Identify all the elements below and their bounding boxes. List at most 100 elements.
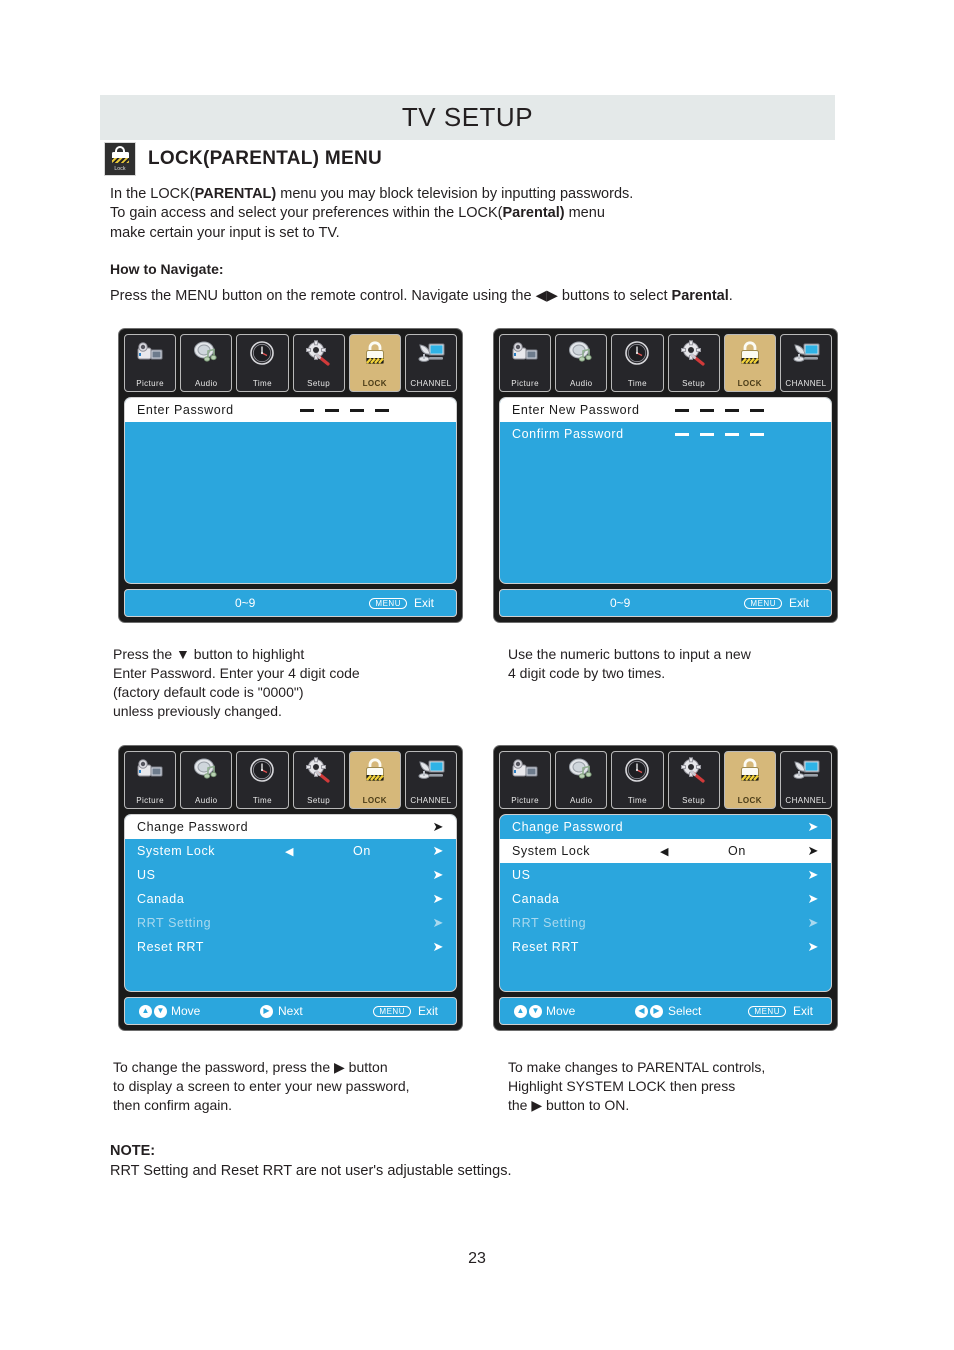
right-arrow-icon[interactable]: ➤ [808, 939, 820, 955]
osd-row-system-lock[interactable]: System Lock ◀ On ➤ [125, 839, 456, 863]
osd-row-system-lock[interactable]: System Lock ◀ On ➤ [500, 839, 831, 863]
osd-tab-bar[interactable]: Picture Audio Time Setup LOCK CHANNEL [124, 334, 458, 392]
right-arrow-icon[interactable]: ➤ [808, 891, 820, 907]
osd-tab-bar[interactable]: Picture Audio Time Setup LOCK CHANNEL [499, 751, 833, 809]
osd-row-us[interactable]: US ➤ [500, 863, 831, 887]
osd-row-change-password[interactable]: Change Password ➤ [500, 815, 831, 839]
osd-footer-bar: 0~9 MENU Exit [124, 589, 457, 617]
osd-tab-time[interactable]: Time [611, 334, 664, 392]
osd-row-label: RRT Setting [137, 916, 212, 930]
osd-tab-channel[interactable]: CHANNEL [779, 334, 833, 392]
osd-row-rrt-setting[interactable]: RRT Setting ➤ [125, 911, 456, 935]
osd-row-canada[interactable]: Canada ➤ [125, 887, 456, 911]
osd-row-label: Reset RRT [512, 940, 579, 954]
menu-button-pill[interactable]: MENU [748, 1005, 786, 1017]
osd-tab-lock[interactable]: LOCK [723, 334, 776, 392]
osd-tab-picture[interactable]: Picture [124, 334, 177, 392]
move-hint[interactable]: ▲ ▼ Move [514, 1004, 575, 1018]
osd-panel-new-password[interactable]: Picture Audio Time Setup LOCK CHANNEL En… [493, 328, 838, 623]
camcorder-icon [512, 342, 538, 360]
exit-label: Exit [788, 596, 809, 610]
osd-tab-label: CHANNEL [410, 796, 452, 805]
exit-hint[interactable]: MENU Exit [748, 1004, 813, 1018]
osd-tab-channel[interactable]: CHANNEL [779, 751, 833, 809]
osd-tab-setup[interactable]: Setup [667, 751, 720, 809]
padlock-icon [735, 340, 765, 373]
down-arrow-icon[interactable]: ▼ [154, 1004, 167, 1018]
osd-row-us[interactable]: US ➤ [125, 863, 456, 887]
osd-row-rrt-setting[interactable]: RRT Setting ➤ [500, 911, 831, 935]
osd-tab-audio[interactable]: Audio [180, 334, 233, 392]
right-arrow-icon[interactable]: ➤ [433, 915, 445, 931]
move-hint[interactable]: ▲ ▼ Move [139, 1004, 200, 1018]
osd-tab-time[interactable]: Time [236, 334, 289, 392]
left-arrow-icon[interactable]: ◀ [660, 845, 669, 858]
right-arrow-icon[interactable]: ➤ [433, 843, 445, 859]
select-hint[interactable]: ◀ ▶ Select [635, 1004, 701, 1018]
osd-row-reset-rrt[interactable]: Reset RRT ➤ [500, 935, 831, 959]
osd-tab-setup[interactable]: Setup [667, 334, 720, 392]
exit-hint[interactable]: MENU Exit [373, 1004, 438, 1018]
exit-hint[interactable]: MENU Exit [744, 596, 809, 610]
up-arrow-icon[interactable]: ▲ [139, 1004, 152, 1018]
caption-line: To make changes to PARENTAL controls, [508, 1059, 766, 1075]
up-arrow-icon[interactable]: ▲ [514, 1004, 527, 1018]
menu-button-pill[interactable]: MENU [373, 1005, 411, 1017]
osd-panel-lock-menu-change-password[interactable]: Picture Audio Time Setup LOCK CHANNEL Ch… [118, 745, 463, 1031]
osd-tab-picture[interactable]: Picture [499, 751, 552, 809]
menu-button-pill[interactable]: MENU [744, 597, 782, 609]
right-arrow-icon[interactable]: ➤ [433, 891, 445, 907]
osd-panel-enter-password[interactable]: Picture Audio Time Setup LOCK CHANNEL En… [118, 328, 463, 623]
intro-line1-part-a: In the LOCK( [110, 186, 195, 202]
osd-tab-audio[interactable]: Audio [555, 751, 608, 809]
password-dash-field[interactable] [675, 432, 764, 436]
osd-tab-lock[interactable]: LOCK [348, 334, 401, 392]
osd-tab-label: Audio [195, 796, 218, 805]
right-arrow-icon[interactable]: ➤ [433, 867, 445, 883]
osd-tab-channel[interactable]: CHANNEL [404, 334, 458, 392]
osd-tab-setup[interactable]: Setup [292, 334, 345, 392]
right-arrow-icon[interactable]: ➤ [808, 819, 820, 835]
password-dash-field[interactable] [675, 408, 764, 412]
osd-tab-audio[interactable]: Audio [555, 334, 608, 392]
down-arrow-icon[interactable]: ▼ [529, 1004, 542, 1018]
right-arrow-icon[interactable]: ➤ [808, 867, 820, 883]
camcorder-icon [135, 757, 165, 790]
page-number: 23 [468, 1250, 486, 1267]
osd-tab-lock[interactable]: LOCK [348, 751, 401, 809]
osd-tab-time[interactable]: Time [611, 751, 664, 809]
osd-tab-picture[interactable]: Picture [124, 751, 177, 809]
osd-tab-time[interactable]: Time [236, 751, 289, 809]
osd-panel-lock-menu-system-lock[interactable]: Picture Audio Time Setup LOCK CHANNEL Ch… [493, 745, 838, 1031]
osd-tab-setup[interactable]: Setup [292, 751, 345, 809]
left-arrow-icon[interactable]: ◀ [285, 845, 294, 858]
osd-tab-channel[interactable]: CHANNEL [404, 751, 458, 809]
osd-row-canada[interactable]: Canada ➤ [500, 887, 831, 911]
right-arrow-icon[interactable]: ➤ [808, 843, 820, 859]
left-arrow-icon[interactable]: ◀ [635, 1004, 648, 1018]
right-arrow-icon[interactable]: ➤ [808, 915, 820, 931]
gear-screwdriver-icon [304, 340, 334, 373]
right-arrow-icon[interactable]: ➤ [433, 939, 445, 955]
menu-button-pill[interactable]: MENU [369, 597, 407, 609]
osd-row-reset-rrt[interactable]: Reset RRT ➤ [125, 935, 456, 959]
osd-row-change-password[interactable]: Change Password ➤ [125, 815, 456, 839]
dish-monitor-icon [418, 760, 445, 779]
osd-tab-picture[interactable]: Picture [499, 334, 552, 392]
right-arrow-icon[interactable]: ▶ [650, 1004, 663, 1018]
right-arrow-icon[interactable]: ▶ [260, 1004, 273, 1018]
osd-tab-audio[interactable]: Audio [180, 751, 233, 809]
exit-hint[interactable]: MENU Exit [369, 596, 434, 610]
password-dash-field[interactable] [300, 408, 389, 412]
right-arrow-icon[interactable]: ➤ [433, 819, 445, 835]
osd-row-enter-password[interactable]: Enter Password [125, 398, 456, 422]
osd-tab-bar[interactable]: Picture Audio Time Setup LOCK CHANNEL [124, 751, 458, 809]
next-hint[interactable]: ▶ Next [260, 1004, 303, 1018]
osd-tab-bar[interactable]: Picture Audio Time Setup LOCK CHANNEL [499, 334, 833, 392]
osd-row-label: US [512, 868, 531, 882]
osd-row-enter-new-password[interactable]: Enter New Password [500, 398, 831, 422]
padlock-icon [365, 758, 384, 781]
osd-tab-lock[interactable]: LOCK [723, 751, 776, 809]
exit-label: Exit [413, 596, 434, 610]
osd-row-confirm-password[interactable]: Confirm Password [500, 422, 831, 446]
